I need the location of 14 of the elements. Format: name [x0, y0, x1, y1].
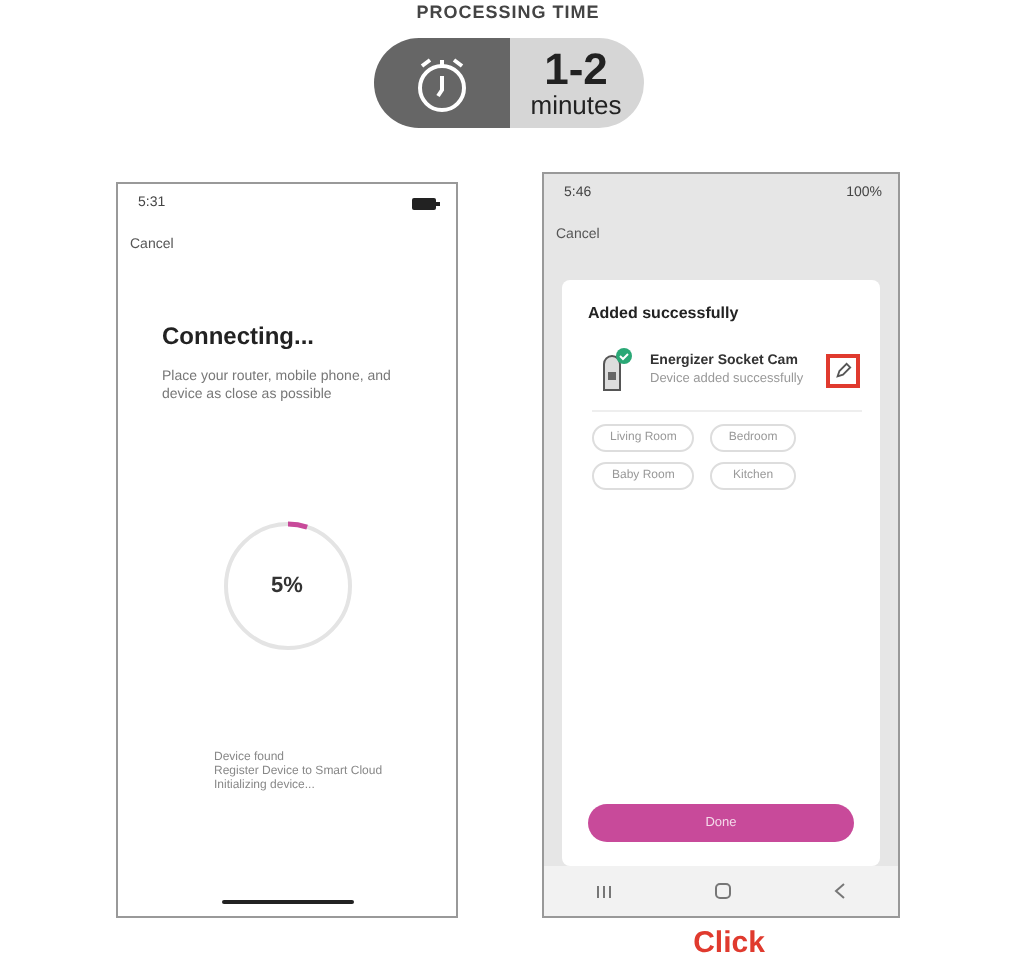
screen-title: Connecting...: [162, 322, 316, 350]
time-value: 1-2: [544, 47, 608, 91]
battery-icon: [412, 197, 440, 209]
edit-button[interactable]: [826, 353, 860, 387]
card-title: Added successfully: [588, 304, 741, 322]
section-title: PROCESSING TIME: [416, 2, 600, 22]
click-caption: Click: [693, 926, 765, 960]
time-unit: minutes: [530, 91, 622, 119]
home-icon[interactable]: [713, 882, 732, 901]
recent-apps-icon[interactable]: [595, 883, 612, 900]
home-indicator: [222, 900, 354, 904]
pencil-icon: [834, 361, 852, 379]
progress-reading: 5%: [271, 574, 303, 598]
back-icon[interactable]: [834, 882, 847, 901]
